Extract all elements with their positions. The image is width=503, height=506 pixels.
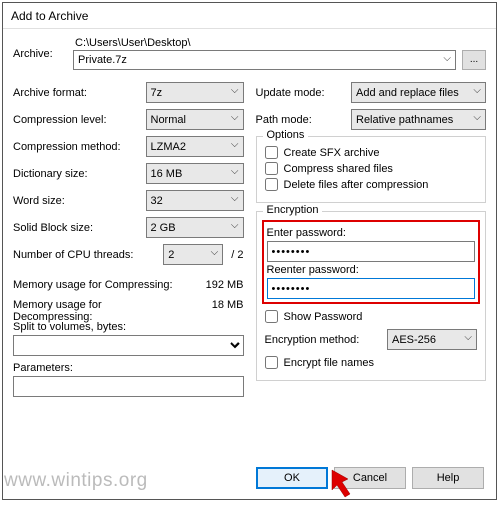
level-label: Compression level: (13, 114, 146, 126)
sfx-checkbox[interactable] (265, 146, 278, 159)
cpu-total: / 2 (231, 249, 243, 261)
titlebar: Add to Archive (3, 3, 496, 29)
block-label: Solid Block size: (13, 222, 146, 234)
enter-pw-label: Enter password: (267, 227, 476, 239)
window-title: Add to Archive (11, 9, 88, 23)
split-label: Split to volumes, bytes: (13, 321, 244, 333)
ok-button[interactable]: OK (256, 467, 328, 489)
shared-checkbox[interactable] (265, 162, 278, 175)
archive-path: C:\Users\User\Desktop\ (73, 37, 486, 49)
button-bar: OK Cancel Help (256, 467, 484, 489)
sfx-label: Create SFX archive (284, 147, 380, 159)
block-select[interactable]: 2 GB (146, 217, 244, 238)
options-group: Options Create SFX archive Compress shar… (256, 136, 487, 203)
enc-method-select[interactable]: AES-256 (387, 329, 477, 350)
right-column: Update mode: Add and replace files Path … (256, 82, 487, 397)
delete-label: Delete files after compression (284, 179, 429, 191)
shared-label: Compress shared files (284, 163, 393, 175)
dialog-content: Archive: C:\Users\User\Desktop\ ... Arch… (3, 29, 496, 499)
browse-button[interactable]: ... (462, 50, 486, 70)
method-select[interactable]: LZMA2 (146, 136, 244, 157)
update-label: Update mode: (256, 87, 352, 99)
left-column: Archive format: 7z Compression level: No… (13, 82, 244, 397)
cpu-label: Number of CPU threads: (13, 249, 163, 261)
method-label: Compression method: (13, 141, 146, 153)
encryption-title: Encryption (263, 204, 323, 216)
format-label: Archive format: (13, 87, 146, 99)
dialog-window: Add to Archive Archive: C:\Users\User\De… (2, 2, 497, 500)
mem-comp-label: Memory usage for Compressing: (13, 279, 184, 295)
pathmode-label: Path mode: (256, 114, 352, 126)
password-highlight: Enter password: Reenter password: (262, 220, 481, 304)
cancel-button[interactable]: Cancel (334, 467, 406, 489)
format-select[interactable]: 7z (146, 82, 244, 103)
update-select[interactable]: Add and replace files (351, 82, 486, 103)
show-pw-label: Show Password (284, 311, 363, 323)
mem-decomp-value: 18 MB (184, 299, 244, 315)
encrypt-names-checkbox[interactable] (265, 356, 278, 369)
word-label: Word size: (13, 195, 146, 207)
delete-checkbox[interactable] (265, 178, 278, 191)
encrypt-names-label: Encrypt file names (284, 357, 374, 369)
dict-select[interactable]: 16 MB (146, 163, 244, 184)
archive-filename-input[interactable] (73, 50, 456, 70)
archive-row: Archive: C:\Users\User\Desktop\ ... (13, 37, 486, 70)
mem-comp-value: 192 MB (184, 279, 244, 295)
reenter-password-input[interactable] (267, 278, 476, 299)
word-select[interactable]: 32 (146, 190, 244, 211)
pathmode-select[interactable]: Relative pathnames (351, 109, 486, 130)
options-title: Options (263, 129, 309, 141)
password-input[interactable] (267, 241, 476, 262)
enc-method-label: Encryption method: (265, 334, 388, 346)
archive-path-area: C:\Users\User\Desktop\ ... (73, 37, 486, 70)
param-input[interactable] (13, 376, 244, 397)
mem-decomp-label: Memory usage for Decompressing: (13, 299, 184, 315)
cpu-select[interactable]: 2 (163, 244, 223, 265)
encryption-group: Encryption Enter password: Reenter passw… (256, 211, 487, 381)
help-button[interactable]: Help (412, 467, 484, 489)
dict-label: Dictionary size: (13, 168, 146, 180)
level-select[interactable]: Normal (146, 109, 244, 130)
param-label: Parameters: (13, 362, 244, 374)
archive-label: Archive: (13, 48, 73, 60)
split-select[interactable] (13, 335, 244, 356)
show-pw-checkbox[interactable] (265, 310, 278, 323)
reenter-pw-label: Reenter password: (267, 264, 476, 276)
